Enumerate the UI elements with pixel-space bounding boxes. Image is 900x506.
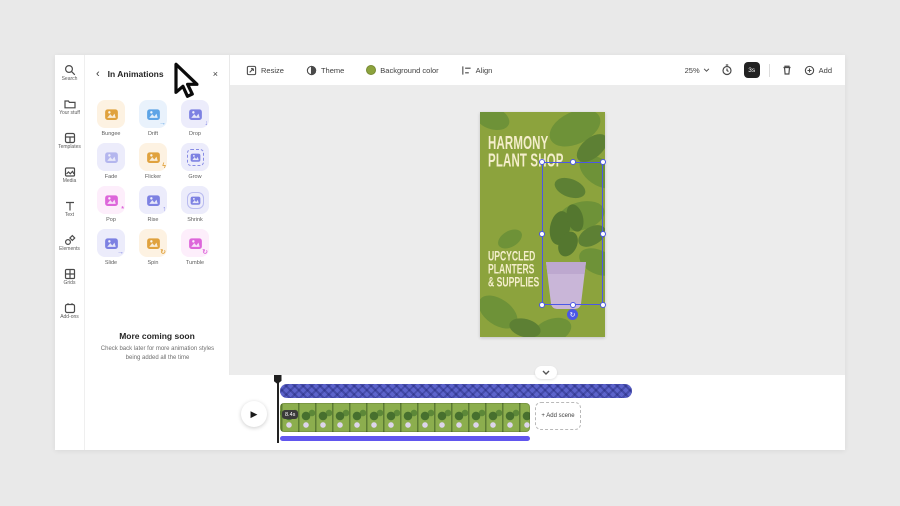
selection-handle-top-left[interactable] [539,159,545,165]
add-scene-button[interactable]: + Add scene [535,402,581,430]
toolbar-left-group: Resize Theme Background color Align [246,65,492,76]
elements-icon [64,233,76,245]
selection-box[interactable]: ↻ [542,162,603,305]
animation-tile-rise[interactable]: ↑ Rise [139,186,167,223]
theme-icon [306,65,317,76]
animation-tile-spin[interactable]: ↻ Spin [139,229,167,266]
more-coming-soon-heading: More coming soon [85,331,229,341]
animation-tile-drift[interactable]: → Drift [139,100,167,137]
app-window: Search Your stuff Templates Media Text E… [55,55,845,450]
timeline: ▶ 8.4s + Add scene [85,375,845,450]
flicker-icon: ϟ [139,143,167,171]
fade-icon [97,143,125,171]
selection-handle-bottom-left[interactable] [539,302,545,308]
more-coming-soon-caption: Check back later for more animation styl… [93,345,222,362]
templates-icon [64,131,76,143]
spin-icon: ↻ [139,229,167,257]
playhead[interactable] [277,377,279,443]
animation-tile-grid: Bungee → Drift ↓ Drop [97,100,209,266]
animation-tile-drop[interactable]: ↓ Drop [181,100,209,137]
background-color-button[interactable]: Background color [366,65,438,75]
delete-button[interactable] [779,62,795,78]
media-icon [64,165,76,177]
selection-handle-top[interactable] [570,159,576,165]
left-rail: Search Your stuff Templates Media Text E… [55,55,85,450]
poster-subtitle-text[interactable]: UPCYCLED PLANTERS & SUPPLIES [488,250,539,289]
resize-button[interactable]: Resize [246,65,284,76]
grow-icon [181,143,209,171]
sidebar-item-elements[interactable]: Elements [55,233,85,267]
scene-duration-badge: 8.4s [282,410,298,419]
grids-icon [64,267,76,279]
drop-icon: ↓ [181,100,209,128]
sidebar-item-templates[interactable]: Templates [55,131,85,165]
pop-icon: * [97,186,125,214]
animation-tile-pop[interactable]: * Pop [97,186,125,223]
theme-button[interactable]: Theme [306,65,344,76]
timer-icon [721,64,733,76]
selection-handle-bottom-right[interactable] [600,302,606,308]
animation-tile-shrink[interactable]: Shrink [181,186,209,223]
animation-tile-fade[interactable]: Fade [97,143,125,180]
sidebar-item-search[interactable]: Search [55,63,85,97]
tumble-icon: ↻ [181,229,209,257]
animation-tile-slide[interactable]: → Slide [97,229,125,266]
chevron-down-icon [703,68,710,72]
panel-header: ‹ In Animations × [85,64,229,84]
selection-handle-bottom[interactable] [570,302,576,308]
align-icon [461,65,472,76]
sidebar-item-media[interactable]: Media [55,165,85,199]
canvas-area: HARMONY PLANT SHOP UPCYCLED PLANTERS & S… [230,85,845,375]
duration-badge-button[interactable]: 3s [744,62,760,78]
scene-progress-bar[interactable] [280,436,530,441]
play-button[interactable]: ▶ [241,401,267,427]
sidebar-item-add-ons[interactable]: Add-ons [55,301,85,335]
selection-handle-left[interactable] [539,231,545,237]
sidebar-item-grids[interactable]: Grids [55,267,85,301]
plus-circle-icon [804,65,815,76]
animation-tile-bungee[interactable]: Bungee [97,100,125,137]
shrink-icon [181,186,209,214]
toolbar-right-group: 25% 3s Add [685,62,832,78]
panel-title: In Animations [108,69,164,79]
animation-track[interactable] [280,384,632,398]
drift-icon: → [139,100,167,128]
animation-tile-grow[interactable]: Grow [181,143,209,180]
search-icon [64,63,76,75]
scene-filmstrip[interactable] [280,403,530,432]
back-button[interactable]: ‹ [96,69,100,79]
trash-icon [781,64,793,76]
folder-icon [64,97,76,109]
add-ons-icon [64,301,76,313]
selection-handle-top-right[interactable] [600,159,606,165]
sidebar-item-your-stuff[interactable]: Your stuff [55,97,85,131]
chevron-down-icon [542,370,550,375]
top-toolbar: Resize Theme Background color Align 25% [230,55,845,85]
align-button[interactable]: Align [461,65,493,76]
rise-icon: ↑ [139,186,167,214]
timer-button[interactable] [719,62,735,78]
bungee-icon [97,100,125,128]
zoom-control[interactable]: 25% [685,66,710,75]
rotate-handle-icon[interactable]: ↻ [567,309,578,320]
selection-handle-right[interactable] [600,231,606,237]
add-button[interactable]: Add [804,65,832,76]
timeline-collapse-button[interactable] [535,366,557,379]
panel-close-button[interactable]: × [213,69,218,79]
playhead-handle[interactable] [274,375,282,384]
resize-icon [246,65,257,76]
animation-tile-flicker[interactable]: ϟ Flicker [139,143,167,180]
slide-icon: → [97,229,125,257]
screen: Search Your stuff Templates Media Text E… [0,0,900,506]
text-icon [64,199,76,211]
sidebar-item-text[interactable]: Text [55,199,85,233]
toolbar-divider [769,64,770,77]
animation-tile-tumble[interactable]: ↻ Tumble [181,229,209,266]
background-color-swatch [366,65,376,75]
